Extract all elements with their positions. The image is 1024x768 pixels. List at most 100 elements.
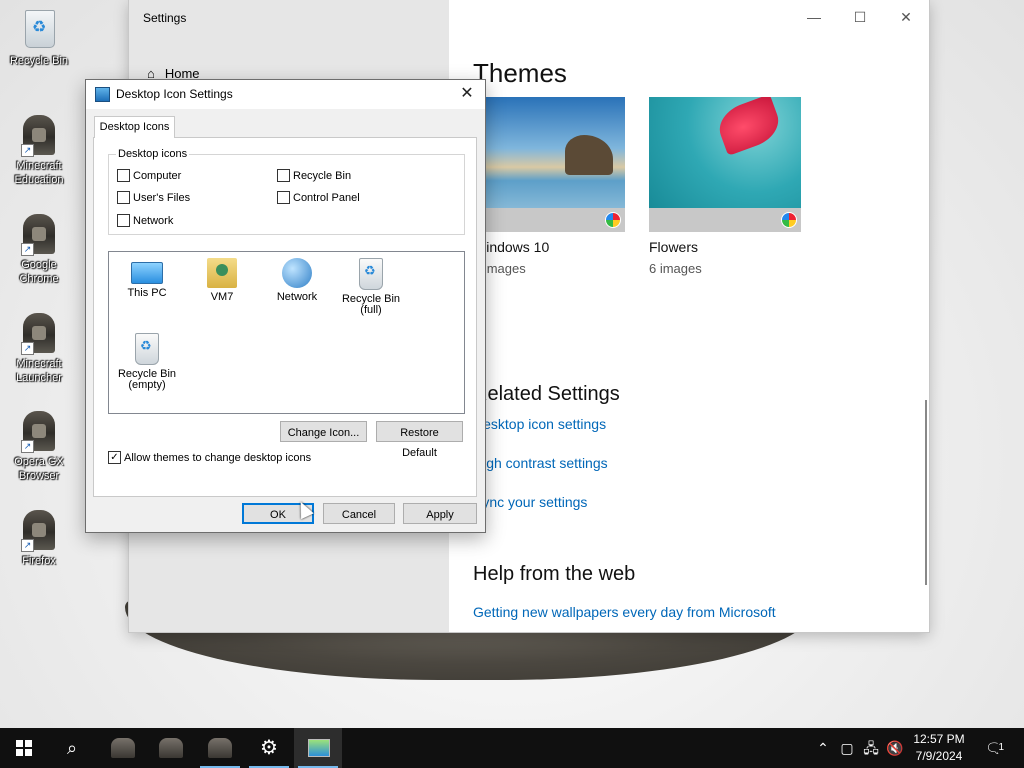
taskbar: ⌕ ⚙ ⌃ ▢ 🖧 🔇 12:57 PM 7/9/2024 🗨 1 bbox=[0, 728, 1024, 768]
desktop-icon-minecraft-launcher[interactable]: ↗ Minecraft Launcher bbox=[4, 311, 74, 385]
themes-heading: Themes bbox=[473, 58, 567, 88]
checkbox-box[interactable] bbox=[117, 191, 130, 204]
clock[interactable]: 12:57 PM 7/9/2024 bbox=[903, 731, 975, 765]
computer-icon bbox=[131, 262, 163, 284]
checkbox-label: User's Files bbox=[133, 191, 191, 204]
list-item-label: Recycle Bin (empty) bbox=[117, 368, 177, 391]
dialog-close-button[interactable]: ✕ bbox=[455, 83, 479, 105]
desktop-icon-minecraft-education[interactable]: ↗ Minecraft Education bbox=[4, 113, 74, 187]
taskbar-app-3[interactable] bbox=[196, 728, 244, 768]
sync-settings-link[interactable]: Sync your settings bbox=[473, 494, 587, 510]
list-item-label: This PC bbox=[127, 287, 167, 299]
tab-panel: Desktop icons Computer Recycle Bin User'… bbox=[93, 137, 477, 497]
recycle-bin-icon bbox=[25, 10, 55, 48]
desktop-icon-opera-gx[interactable]: ↗ Opera GX Browser bbox=[4, 409, 74, 483]
wallpapers-help-link[interactable]: Getting new wallpapers every day from Mi… bbox=[473, 604, 776, 620]
app-statue-icon bbox=[159, 738, 183, 758]
desktop-icon-label: Recycle Bin bbox=[9, 55, 69, 67]
cancel-button[interactable]: Cancel bbox=[323, 503, 395, 524]
search-button[interactable]: ⌕ bbox=[48, 728, 96, 768]
checkbox-label: Computer bbox=[133, 169, 182, 182]
theme-count: 6 images bbox=[649, 261, 702, 276]
desktop-icon-label: Minecraft Launcher bbox=[16, 358, 62, 384]
checkbox-box[interactable] bbox=[117, 169, 130, 182]
theme-card-windows-10[interactable]: Windows 10 5 images bbox=[473, 97, 625, 276]
taskbar-desktop-icon-settings[interactable] bbox=[294, 728, 342, 768]
notification-count: 1 bbox=[996, 742, 1006, 754]
show-hidden-icons-button[interactable]: ⌃ bbox=[814, 728, 832, 768]
theme-thumbnail bbox=[649, 97, 801, 232]
volume-muted-icon[interactable]: 🔇 bbox=[885, 728, 905, 768]
checkbox-recycle-bin[interactable]: Recycle Bin bbox=[277, 169, 351, 182]
checkbox-computer[interactable]: Computer bbox=[117, 169, 181, 182]
app-statue-icon bbox=[208, 738, 232, 758]
checkbox-users-files[interactable]: User's Files bbox=[117, 191, 190, 204]
group-label: Desktop icons bbox=[116, 148, 190, 160]
desktop-icon-settings-dialog: Desktop Icon Settings ✕ Desktop Icons De… bbox=[85, 79, 486, 533]
apply-button[interactable]: Apply bbox=[403, 503, 477, 524]
help-heading: Help from the web bbox=[473, 563, 636, 585]
desktop-icon-firefox[interactable]: ↗ Firefox bbox=[4, 508, 74, 568]
desktop-icons-group: Desktop icons Computer Recycle Bin User'… bbox=[108, 148, 465, 235]
taskbar-app-2[interactable] bbox=[147, 728, 195, 768]
checkbox-label: Recycle Bin bbox=[293, 169, 352, 182]
checkbox-box[interactable] bbox=[277, 191, 290, 204]
taskbar-app-1[interactable] bbox=[99, 728, 147, 768]
checkbox-label: Control Panel bbox=[293, 191, 360, 204]
list-item-vm7[interactable]: VM7 bbox=[184, 258, 260, 303]
theme-name: Flowers bbox=[649, 239, 699, 255]
checkbox-allow-themes[interactable]: ✓ Allow themes to change desktop icons bbox=[108, 451, 311, 464]
list-item-this-pc[interactable]: This PC bbox=[109, 258, 185, 299]
theme-thumb-bar bbox=[649, 208, 801, 232]
icon-list[interactable]: This PC VM7 Network Recycle Bin (full) R… bbox=[108, 251, 465, 414]
checkbox-network[interactable]: Network bbox=[117, 214, 173, 227]
taskbar-settings[interactable]: ⚙ bbox=[245, 728, 293, 768]
list-item-network[interactable]: Network bbox=[259, 258, 335, 303]
desktop-icon-recycle-bin[interactable]: Recycle Bin bbox=[4, 8, 74, 68]
shortcut-arrow-icon: ↗ bbox=[21, 342, 34, 355]
theme-card-flowers[interactable]: Flowers 6 images bbox=[649, 97, 801, 276]
shortcut-arrow-icon: ↗ bbox=[21, 144, 34, 157]
network-globe-icon bbox=[282, 258, 312, 288]
recycle-bin-empty-icon bbox=[135, 333, 159, 365]
checkbox-control-panel[interactable]: Control Panel bbox=[277, 191, 360, 204]
start-button[interactable] bbox=[0, 728, 48, 768]
checkbox-box[interactable]: ✓ bbox=[108, 451, 121, 464]
desktop-icon-label: Minecraft Education bbox=[14, 160, 64, 186]
tab-desktop-icons[interactable]: Desktop Icons bbox=[94, 116, 175, 138]
list-item-recycle-bin-empty[interactable]: Recycle Bin (empty) bbox=[109, 333, 185, 391]
settings-title: Settings bbox=[143, 11, 187, 25]
shortcut-arrow-icon: ↗ bbox=[21, 539, 34, 552]
list-item-recycle-bin-full[interactable]: Recycle Bin (full) bbox=[333, 258, 409, 316]
theme-thumbnail bbox=[473, 97, 625, 232]
checkbox-label: Network bbox=[133, 214, 174, 227]
scrollbar[interactable] bbox=[925, 400, 927, 585]
network-icon[interactable]: 🖧 bbox=[861, 728, 881, 768]
settings-main: Themes Windows 10 5 images Flowers 6 ima… bbox=[449, 0, 929, 632]
high-contrast-settings-link[interactable]: High contrast settings bbox=[473, 455, 608, 471]
shortcut-arrow-icon: ↗ bbox=[21, 243, 34, 256]
theme-color-icon bbox=[781, 212, 797, 228]
change-icon-button[interactable]: Change Icon... bbox=[280, 421, 367, 442]
desktop-icon-google-chrome[interactable]: ↗ Google Chrome bbox=[4, 212, 74, 286]
desktop-icon-settings-link[interactable]: Desktop icon settings bbox=[473, 416, 606, 432]
shortcut-arrow-icon: ↗ bbox=[21, 440, 34, 453]
flower-shape bbox=[713, 97, 785, 156]
windows-logo-icon bbox=[16, 740, 32, 756]
restore-default-button[interactable]: Restore Default bbox=[376, 421, 463, 459]
dialog-titlebar: Desktop Icon Settings ✕ bbox=[86, 80, 485, 109]
meet-now-icon[interactable]: ▢ bbox=[838, 728, 856, 768]
desktop-icon-label: Opera GX Browser bbox=[14, 456, 64, 482]
list-item-label: Network bbox=[276, 291, 318, 303]
recycle-bin-full-icon bbox=[359, 258, 383, 290]
dialog-title: Desktop Icon Settings bbox=[116, 87, 233, 101]
theme-thumb-bar bbox=[473, 208, 625, 232]
desktop-settings-icon bbox=[308, 739, 330, 757]
list-item-label: VM7 bbox=[210, 291, 234, 303]
checkbox-box[interactable] bbox=[277, 169, 290, 182]
action-center-button[interactable]: 🗨 1 bbox=[980, 728, 1008, 768]
checkbox-box[interactable] bbox=[117, 214, 130, 227]
list-item-label: Recycle Bin (full) bbox=[341, 293, 401, 316]
checkbox-label: Allow themes to change desktop icons bbox=[124, 451, 312, 464]
desktop-icon-label: Firefox bbox=[22, 555, 56, 567]
